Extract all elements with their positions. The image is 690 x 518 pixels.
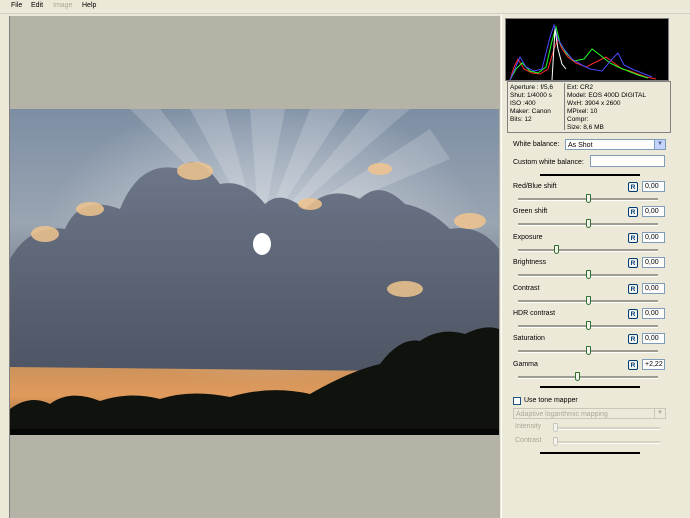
saturation-label: Saturation — [513, 335, 545, 342]
tone-mapper-method-value: Adaptive logarithmic mapping — [516, 411, 608, 418]
contrast-reset-button[interactable]: R — [628, 284, 638, 294]
red-blue-shift-value-field[interactable]: 0,00 — [642, 181, 665, 192]
exif-ext: Ext: CR2 — [567, 84, 594, 91]
gamma-label: Gamma — [513, 361, 538, 368]
exif-compression: Compr: — [567, 116, 589, 123]
tone-mapper-method-select[interactable]: Adaptive logarithmic mapping ▼ — [513, 408, 666, 419]
brightness-reset-button[interactable]: R — [628, 258, 638, 268]
hdr-contrast-slider-thumb[interactable] — [586, 321, 591, 330]
menu-file[interactable]: File — [11, 2, 22, 9]
custom-white-balance-input[interactable] — [590, 155, 665, 167]
menu-edit[interactable]: Edit — [31, 2, 43, 9]
intensity-slider-thumb[interactable] — [553, 423, 558, 432]
saturation-reset-button[interactable]: R — [628, 334, 638, 344]
exif-right-column: Ext: CR2 Model: EOS 400D DIGITAL WxH: 39… — [567, 84, 646, 132]
saturation-value-field[interactable]: 0,00 — [642, 333, 665, 344]
histogram-graphic — [509, 23, 657, 81]
section-divider — [540, 452, 640, 454]
hdr-contrast-value-field[interactable]: 0,00 — [642, 308, 665, 319]
exposure-label: Exposure — [513, 234, 543, 241]
brightness-label: Brightness — [513, 259, 547, 266]
exif-bits: Bits: 12 — [510, 116, 532, 123]
red-blue-shift-slider-thumb[interactable] — [586, 194, 591, 203]
hdr-contrast-reset-button[interactable]: R — [628, 309, 638, 319]
exposure-slider-track[interactable] — [518, 249, 658, 252]
hdr-contrast-label: HDR contrast — [513, 310, 556, 317]
red-blue-shift-reset-button[interactable]: R — [628, 182, 638, 192]
contrast-tm-label: Contrast — [515, 437, 542, 444]
intensity-label: Intensity — [515, 423, 542, 430]
contrast-slider-thumb[interactable] — [586, 296, 591, 305]
exif-size: Size: 8,6 MB — [567, 124, 604, 131]
white-balance-value: As Shot — [568, 142, 593, 149]
info-separator — [564, 83, 565, 130]
menu-help[interactable]: Help — [82, 2, 96, 9]
saturation-slider-thumb[interactable] — [586, 346, 591, 355]
exif-iso: ISO :400 — [510, 100, 536, 107]
intensity-slider-track[interactable] — [555, 427, 660, 430]
white-balance-label: White balance: — [513, 141, 560, 148]
exif-info-panel: Aperture : f/5,6 Shut: 1/4000 s ISO :400… — [507, 81, 671, 133]
exif-aperture: Aperture : f/5,6 — [510, 84, 553, 91]
contrast-label: Contrast — [513, 285, 540, 292]
use-tone-mapper-label: Use tone mapper — [524, 397, 578, 404]
use-tone-mapper-checkbox[interactable] — [513, 397, 521, 405]
contrast-tm-slider-track[interactable] — [555, 441, 660, 444]
menu-bar: File Edit Image Help — [0, 0, 690, 14]
exif-mpixel: MPixel: 10 — [567, 108, 598, 115]
red-blue-shift-label: Red/Blue shift — [513, 183, 557, 190]
custom-white-balance-label: Custom white balance: — [513, 159, 584, 166]
histogram — [505, 18, 669, 81]
exif-dimensions: WxH: 3904 x 2600 — [567, 100, 621, 107]
exif-shutter: Shut: 1/4000 s — [510, 92, 552, 99]
gamma-slider-thumb[interactable] — [575, 372, 580, 381]
contrast-tm-slider-thumb[interactable] — [553, 437, 558, 446]
exposure-value-field[interactable]: 0,00 — [642, 232, 665, 243]
section-divider — [540, 174, 640, 176]
white-balance-select[interactable]: As Shot ▼ — [565, 139, 666, 150]
photo-graphic — [10, 109, 499, 435]
preview-photo — [10, 109, 499, 435]
green-shift-label: Green shift — [513, 208, 548, 215]
gamma-slider-track[interactable] — [518, 376, 658, 379]
exposure-reset-button[interactable]: R — [628, 233, 638, 243]
brightness-slider-thumb[interactable] — [586, 270, 591, 279]
menu-image[interactable]: Image — [53, 2, 72, 9]
green-shift-reset-button[interactable]: R — [628, 207, 638, 217]
exif-model: Model: EOS 400D DIGITAL — [567, 92, 646, 99]
exif-maker: Maker: Canon — [510, 108, 551, 115]
gamma-value-field[interactable]: +2,22 — [642, 359, 665, 370]
contrast-value-field[interactable]: 0,00 — [642, 283, 665, 294]
brightness-value-field[interactable]: 0,00 — [642, 257, 665, 268]
green-shift-slider-thumb[interactable] — [586, 219, 591, 228]
chevron-down-icon[interactable]: ▼ — [654, 409, 665, 418]
exposure-slider-thumb[interactable] — [554, 245, 559, 254]
chevron-down-icon[interactable]: ▼ — [654, 140, 665, 149]
gamma-reset-button[interactable]: R — [628, 360, 638, 370]
exif-left-column: Aperture : f/5,6 Shut: 1/4000 s ISO :400… — [510, 84, 553, 124]
section-divider — [540, 386, 640, 388]
green-shift-value-field[interactable]: 0,00 — [642, 206, 665, 217]
